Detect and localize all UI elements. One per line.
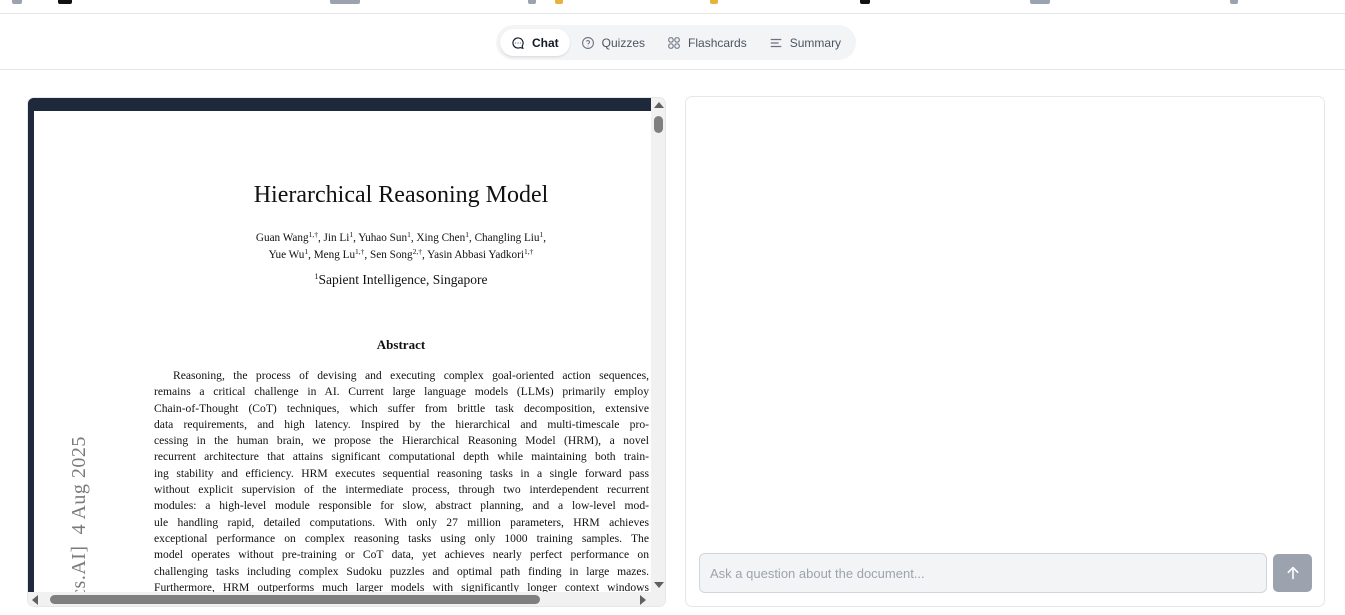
abstract-line: ule handling rapid, detailed computation… — [154, 515, 649, 529]
top-toolbar-strip — [0, 0, 1345, 14]
tab-flashcards[interactable]: Flashcards — [656, 29, 758, 56]
abstract-line: Furthermore, HRM outperforms much larger… — [154, 580, 649, 592]
pdf-vertical-scrollbar[interactable] — [651, 98, 665, 592]
help-circle-icon — [581, 36, 595, 50]
abstract-line: without explicit supervision of the inte… — [154, 483, 649, 497]
scroll-down-arrow-icon[interactable] — [654, 582, 664, 588]
pdf-page: Hierarchical Reasoning Model Guan Wang1,… — [34, 111, 651, 592]
author: Jin Li1 — [323, 230, 354, 244]
abstract-body: Reasoning, the process of devising and e… — [154, 368, 649, 592]
abstract-line: recurrent architecture that attains sign… — [154, 450, 649, 464]
mode-tab-bar: Chat Quizzes Flashcards Summary — [0, 14, 1345, 70]
author: Meng Lu1,† — [313, 247, 365, 261]
abstract-line: challenging tasks including complex Sudo… — [154, 564, 649, 578]
tab-chat-label: Chat — [532, 35, 559, 50]
authors-line-2: Yue Wu1, Meng Lu1,†, Sen Song2,†, Yasin … — [268, 247, 534, 261]
author: Sen Song2,† — [370, 247, 422, 261]
authors-line-1: Guan Wang1,†, Jin Li1, Yuhao Sun1, Xing … — [255, 230, 547, 244]
author: Yuhao Sun1 — [358, 230, 411, 244]
grid-icon — [667, 36, 681, 50]
tab-summary-label: Summary — [789, 35, 842, 50]
abstract-line: modules: a high-level module responsible… — [154, 499, 649, 513]
author: Yue Wu1 — [268, 247, 309, 261]
abstract-line: Reasoning, the process of devising and e… — [173, 369, 649, 382]
chat-question-input[interactable] — [699, 553, 1267, 593]
abstract-line: model operates without pre-training or C… — [154, 548, 649, 562]
author: Guan Wang1,† — [255, 230, 318, 244]
paper-title: Hierarchical Reasoning Model — [253, 182, 549, 208]
author: Yasin Abbasi Yadkori1,† — [427, 247, 534, 261]
pdf-viewer[interactable]: Hierarchical Reasoning Model Guan Wang1,… — [27, 97, 666, 607]
tab-summary[interactable]: Summary — [758, 29, 852, 56]
scroll-up-arrow-icon[interactable] — [654, 102, 664, 108]
abstract-line: ing stability and efficiency. HRM execut… — [154, 466, 649, 480]
abstract-line: cessing in the human brain, we propose t… — [154, 434, 649, 448]
tab-quizzes-label: Quizzes — [601, 35, 646, 50]
vertical-scroll-thumb[interactable] — [654, 116, 663, 133]
pdf-horizontal-scrollbar[interactable] — [28, 592, 665, 606]
abstract-heading: Abstract — [376, 337, 426, 352]
tab-chat[interactable]: Chat — [500, 29, 570, 56]
abstract-line: data requirements, and high latency. Ins… — [154, 417, 649, 431]
send-button[interactable] — [1273, 554, 1312, 592]
lines-icon — [769, 36, 783, 50]
tab-quizzes[interactable]: Quizzes — [570, 29, 656, 56]
horizontal-scroll-thumb[interactable] — [50, 595, 540, 604]
scroll-right-arrow-icon[interactable] — [640, 595, 646, 605]
scroll-left-arrow-icon[interactable] — [32, 595, 38, 605]
pdf-viewer-header — [28, 98, 651, 111]
author: Xing Chen1 — [416, 230, 469, 244]
author: Changling Liu1 — [474, 230, 544, 244]
abstract-line: Chain-of-Thought (CoT) techniques, which… — [154, 401, 649, 415]
abstract-line: exceptional performance on complex reaso… — [154, 531, 649, 545]
abstract-line: remains a critical challenge in AI. Curr… — [154, 385, 649, 399]
mode-segmented-control: Chat Quizzes Flashcards Summary — [496, 25, 857, 60]
chat-panel — [685, 96, 1325, 607]
affiliation: 1Sapient Intelligence, Singapore — [314, 272, 488, 287]
chat-bubble-icon — [511, 36, 525, 50]
arrow-up-icon — [1285, 565, 1301, 581]
tab-flashcards-label: Flashcards — [688, 35, 747, 50]
